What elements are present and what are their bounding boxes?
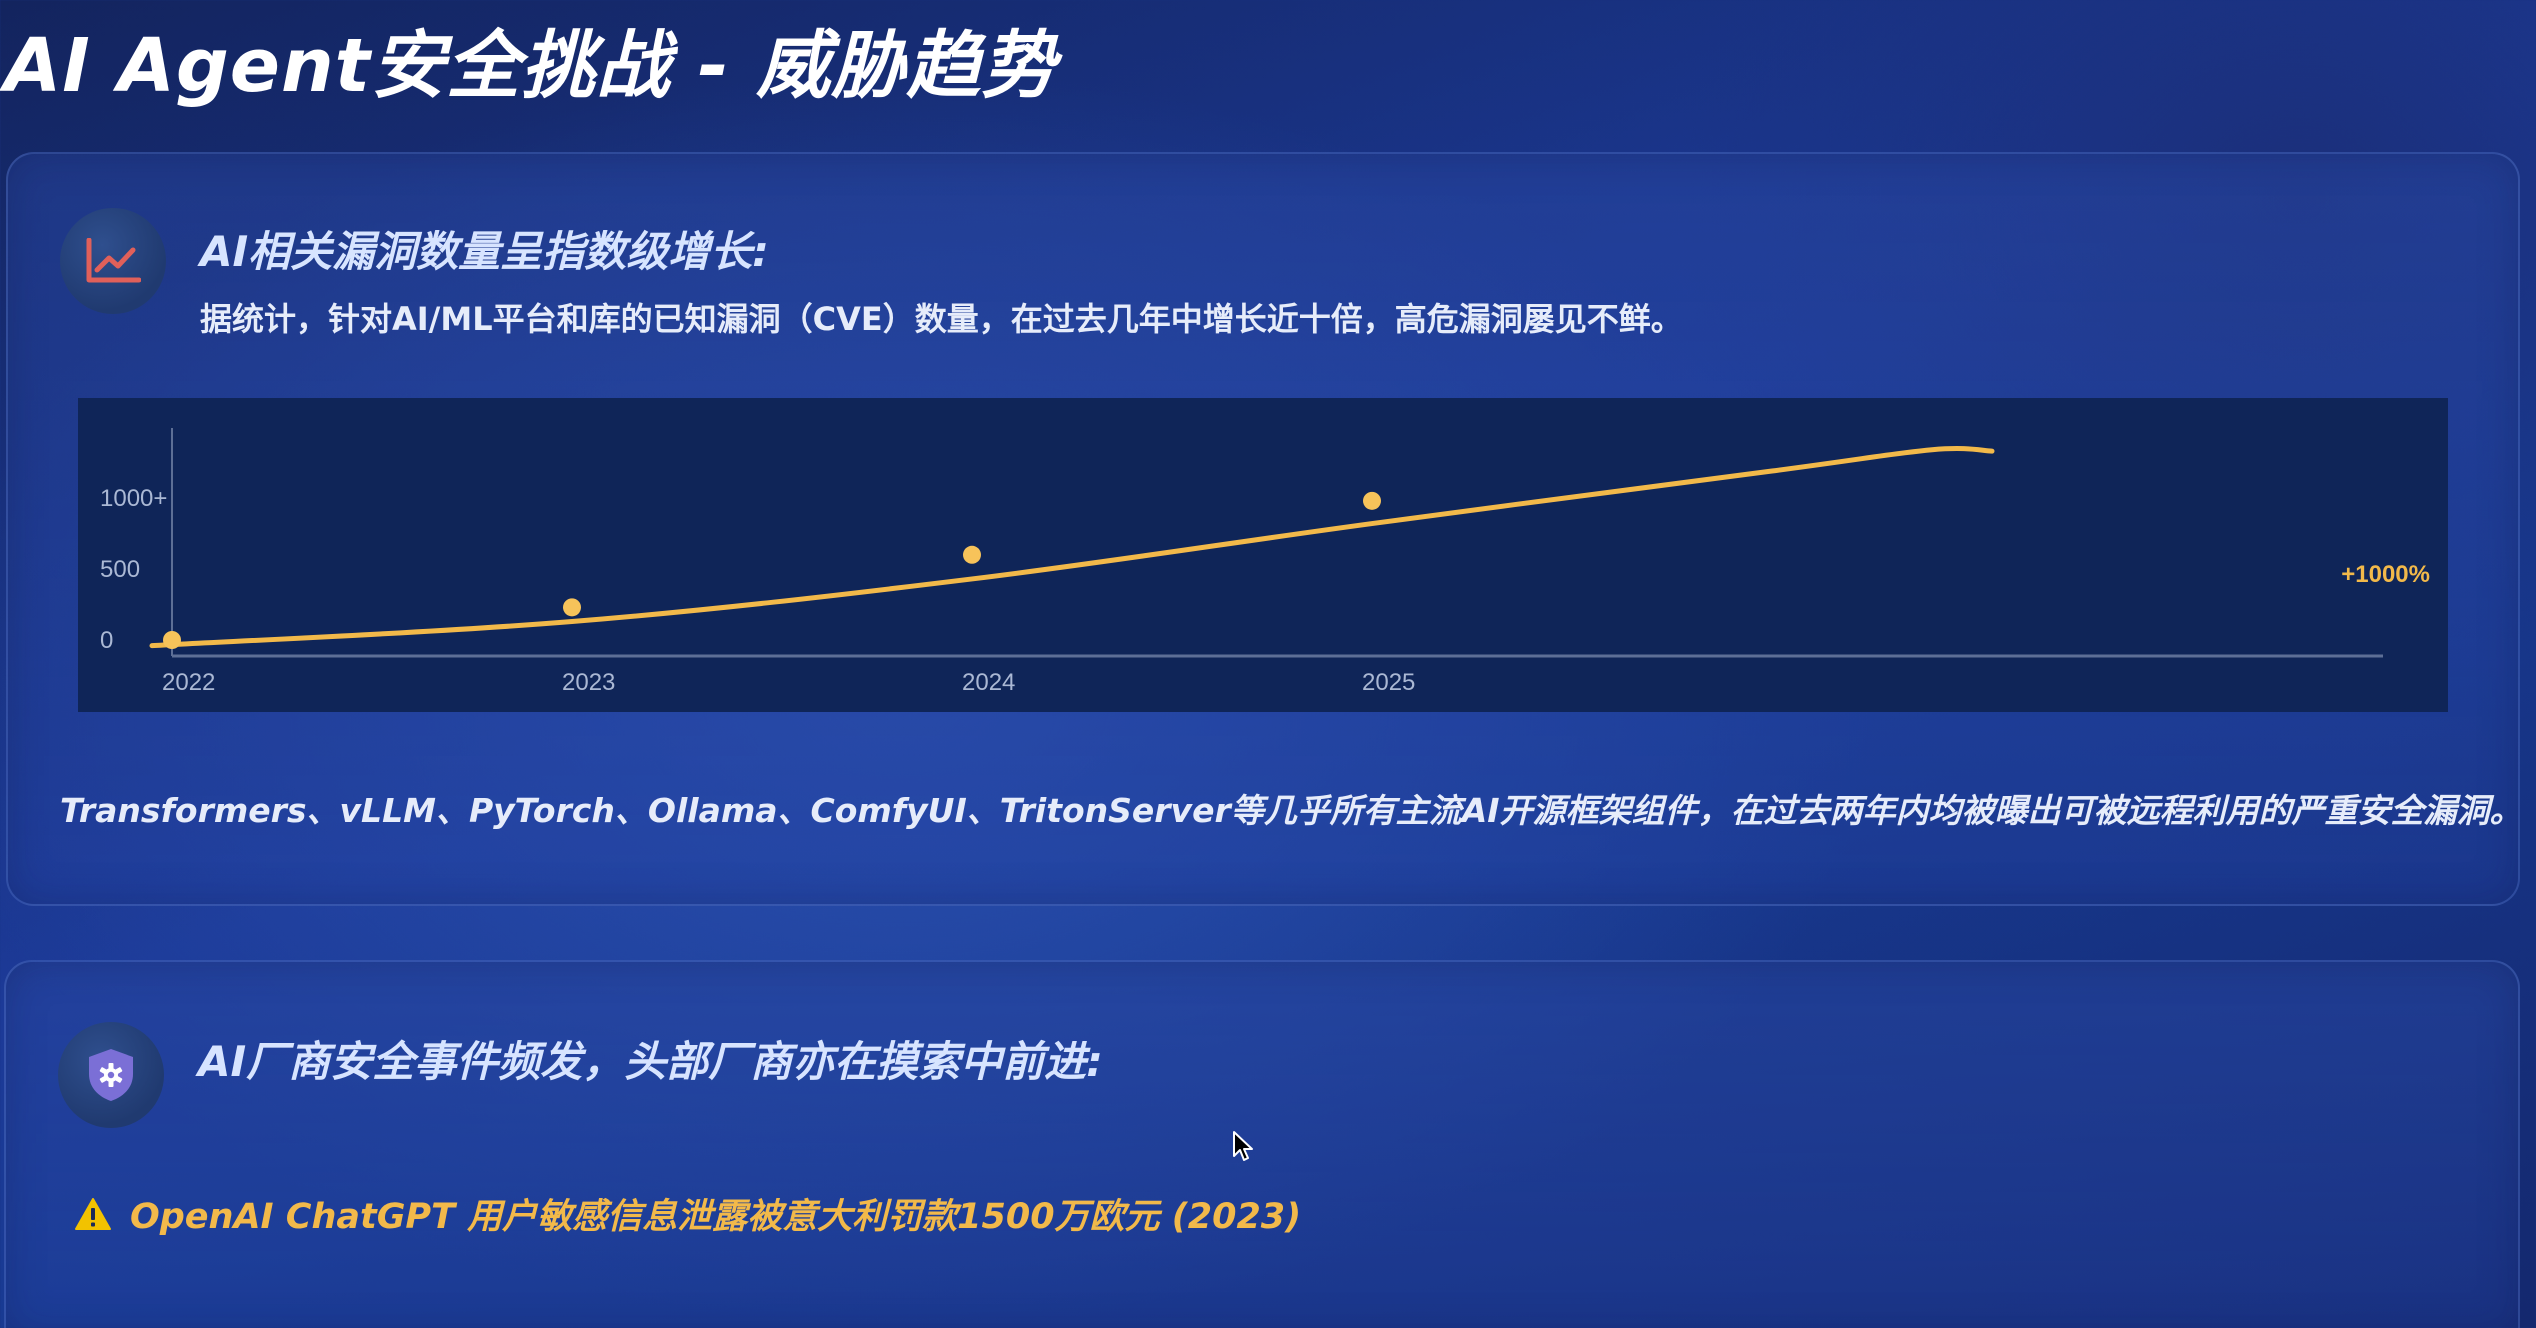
mouse-cursor-icon <box>1233 1131 1253 1161</box>
data-point <box>163 631 181 649</box>
x-tick-label: 2025 <box>1362 669 1415 696</box>
cve-growth-chart: 0 500 1000+ 2022 2023 2024 2025 +1000% <box>78 398 2448 712</box>
vulnerability-heading: AI相关漏洞数量呈指数级增长: <box>200 227 769 276</box>
incident-text: OpenAI ChatGPT 用户敏感信息泄露被意大利罚款1500万欧元 (20… <box>130 1197 1302 1237</box>
vulnerability-description: 据统计，针对AI/ML平台和库的已知漏洞（CVE）数量，在过去几年中增长近十倍，… <box>200 300 1683 338</box>
warning-icon <box>75 1197 111 1230</box>
trend-line <box>149 446 1995 649</box>
list-item: OpenAI ChatGPT 用户敏感信息泄露被意大利罚款1500万欧元 (20… <box>74 1188 1301 1239</box>
x-tick-label: 2024 <box>962 669 1015 696</box>
data-point <box>963 545 981 564</box>
growth-annotation: +1000% <box>2341 561 2430 588</box>
shield-gear-icon <box>58 1022 164 1128</box>
y-tick-label: 0 <box>100 627 113 654</box>
x-tick-label: 2022 <box>162 669 215 696</box>
vulnerability-trend-card: AI相关漏洞数量呈指数级增长: 据统计，针对AI/ML平台和库的已知漏洞（CVE… <box>6 152 2523 906</box>
data-point <box>563 598 581 617</box>
incidents-heading: AI厂商安全事件频发，头部厂商亦在摸索中前进: <box>198 1037 1103 1086</box>
vendor-incidents-card: AI厂商安全事件频发，头部厂商亦在摸索中前进: OpenAI ChatGPT 用… <box>4 960 2520 1328</box>
y-tick-label: 500 <box>100 556 140 583</box>
line-chart-icon <box>60 208 166 314</box>
page-title: AI Agent安全挑战 - 威胁趋势 <box>4 23 1057 109</box>
x-tick-label: 2023 <box>562 669 615 696</box>
y-tick-label: 1000+ <box>100 485 167 512</box>
data-point <box>1363 491 1381 510</box>
frameworks-note: Transformers、vLLM、PyTorch、Ollama、ComfyUI… <box>60 791 2523 830</box>
